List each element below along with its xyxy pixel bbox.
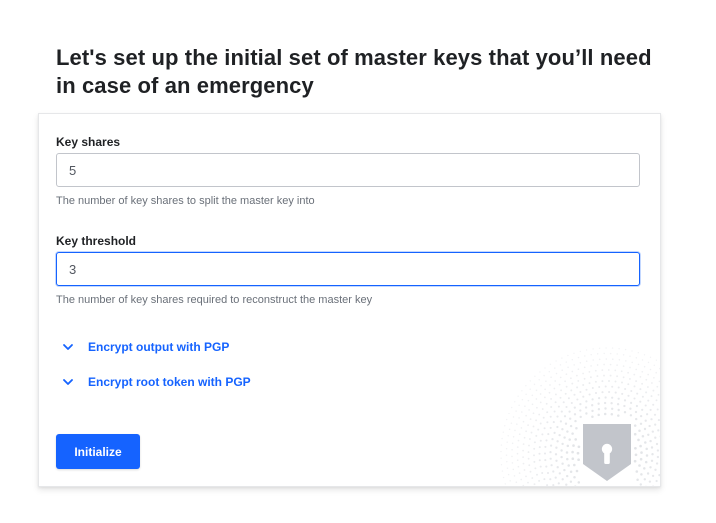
key-shares-help: The number of key shares to split the ma… (56, 195, 315, 207)
encrypt-root-token-pgp-toggle[interactable]: Encrypt root token with PGP (61, 375, 251, 389)
key-shares-input[interactable] (56, 153, 640, 187)
encrypt-output-pgp-toggle[interactable]: Encrypt output with PGP (61, 340, 229, 354)
init-page: Let's set up the initial set of master k… (0, 0, 716, 523)
key-threshold-help: The number of key shares required to rec… (56, 294, 373, 306)
chevron-down-icon (63, 379, 73, 385)
encrypt-root-token-pgp-label: Encrypt root token with PGP (88, 375, 251, 389)
key-shares-label: Key shares (56, 135, 121, 149)
keyhole-shield-icon (500, 347, 660, 486)
init-form-card: Key shares The number of key shares to s… (38, 113, 661, 487)
key-threshold-label: Key threshold (56, 234, 137, 248)
initialize-button[interactable]: Initialize (56, 434, 140, 469)
page-title: Let's set up the initial set of master k… (56, 45, 652, 98)
chevron-down-icon (63, 344, 73, 350)
key-threshold-input[interactable] (56, 252, 640, 286)
encrypt-output-pgp-label: Encrypt output with PGP (88, 340, 230, 354)
